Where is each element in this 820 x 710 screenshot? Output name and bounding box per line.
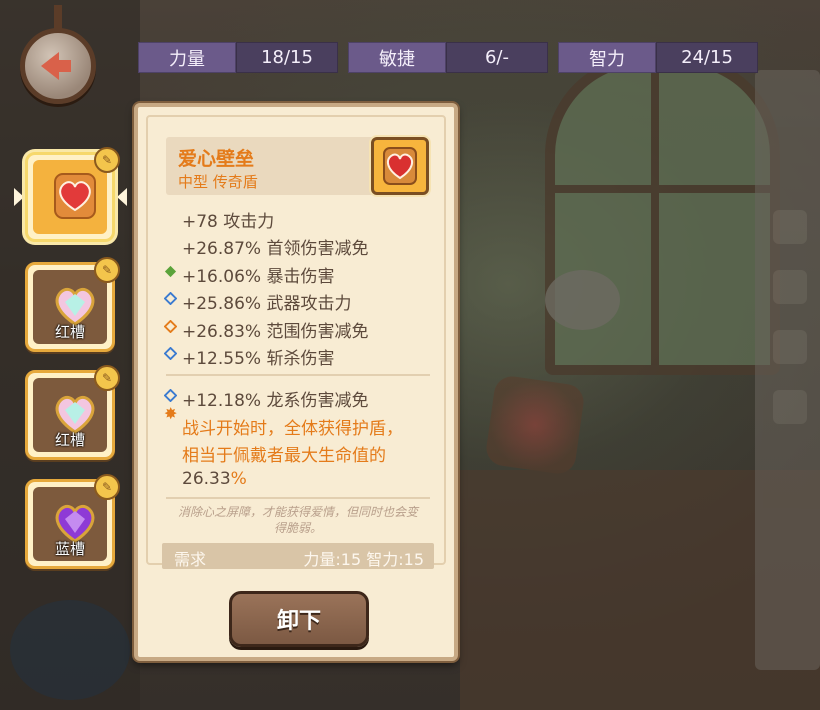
stat-intelligence: 智力 24/15 [558, 42, 758, 73]
selection-arrow-left-icon [14, 188, 24, 206]
stat-label: 力量 [138, 42, 236, 73]
blue-diamond-icon [164, 389, 177, 402]
requirement-value: 力量:15 智力:15 [303, 550, 424, 569]
unequip-button[interactable]: 卸下 [229, 591, 369, 647]
stat-value: 6/- [446, 42, 548, 73]
orange-diamond-icon [164, 320, 177, 333]
slot-red-1[interactable]: 红槽 ✎ [25, 257, 120, 352]
slot-label: 红槽 [54, 323, 85, 341]
slot-label: 蓝槽 [54, 540, 85, 558]
divider [166, 497, 430, 499]
blue-diamond-icon [164, 292, 177, 305]
effect-line: 战斗开始时，全体获得护盾， [182, 419, 403, 439]
flavor-text: 消除心之屏障，才能获得爱情，但同时也会变 得脆弱。 [177, 505, 418, 535]
bg-coin [10, 600, 130, 700]
requirement-bar: 需求 力量:15 智力:15 [162, 543, 434, 569]
green-diamond-icon [164, 265, 177, 278]
item-detail-card: 爱心壁垒 中型 传奇盾 +78 攻击力 +26.87% 首领伤害减免 +16.0… [134, 103, 458, 661]
blue-diamond-icon [164, 347, 177, 360]
wrench-icon[interactable]: ✎ [94, 147, 120, 173]
bg-search-bubble [545, 270, 620, 330]
effect-value-line: 26.33% [182, 469, 247, 489]
item-name: 爱心壁垒 [178, 148, 255, 170]
stat-label: 智力 [558, 42, 656, 73]
effect-value: 26.33 [182, 469, 231, 489]
item-icon [371, 137, 429, 195]
slot-main-shield[interactable]: ✎ [25, 147, 120, 242]
requirement-label: 需求 [174, 550, 207, 569]
special-effect-star-icon: ✸ [164, 404, 178, 423]
back-button[interactable] [20, 5, 96, 104]
stat-value: 18/15 [236, 42, 338, 73]
attribute-line: +26.83% 范围伤害减免 [164, 317, 368, 342]
attribute-line: +78 攻击力 [182, 212, 275, 232]
red-heart-shield-icon [54, 173, 96, 219]
selection-arrow-right-icon [117, 188, 127, 206]
wrench-icon[interactable]: ✎ [94, 474, 120, 500]
slot-label: 红槽 [54, 431, 85, 449]
slot-blue[interactable]: 蓝槽 ✎ [25, 474, 120, 569]
stat-strength: 力量 18/15 [138, 42, 338, 73]
stat-agility: 敏捷 6/- [348, 42, 548, 73]
extra-attribute-line: +12.18% 龙系伤害减免 [164, 386, 368, 411]
stat-value: 24/15 [656, 42, 758, 73]
attribute-line: +12.55% 斩杀伤害 [164, 344, 334, 369]
attribute-line: +16.06% 暴击伤害 [164, 262, 334, 287]
slot-red-2[interactable]: 红槽 ✎ [25, 365, 120, 460]
stat-label: 敏捷 [348, 42, 446, 73]
rope-decoration [54, 5, 62, 33]
bg-heart-frame [484, 374, 586, 476]
attribute-line: +25.86% 武器攻击力 [164, 289, 351, 314]
bg-side-panel [755, 70, 820, 670]
back-arrow-icon [41, 52, 71, 80]
wrench-icon[interactable]: ✎ [94, 257, 120, 283]
wrench-icon[interactable]: ✎ [94, 365, 120, 391]
effect-unit: % [230, 469, 247, 489]
item-type: 中型 传奇盾 [178, 173, 258, 191]
attribute-line: +26.87% 首领伤害减免 [182, 239, 369, 259]
divider [166, 374, 430, 376]
heart-shield-icon [383, 147, 417, 185]
effect-line: 相当于佩戴者最大生命值的 [182, 446, 386, 466]
